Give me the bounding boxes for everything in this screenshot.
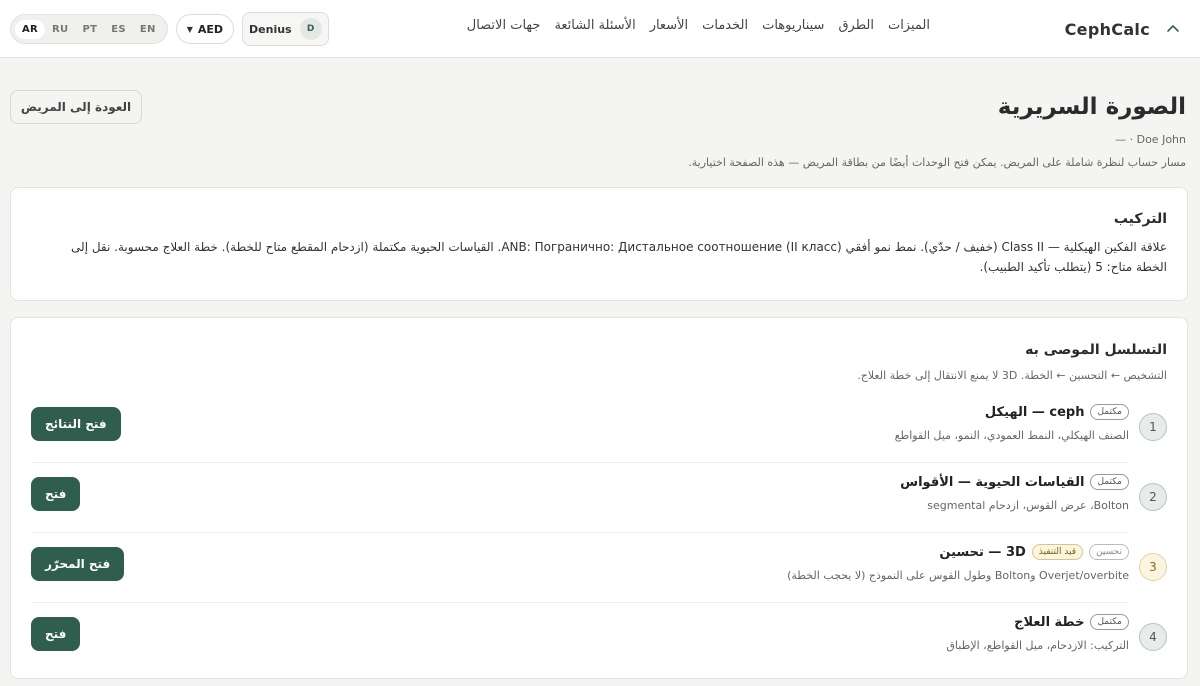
step-name: ceph — الهيكل <box>984 404 1085 420</box>
nav-link-scenarios[interactable]: سيناريوهات <box>762 18 824 33</box>
user-name: Denius <box>249 22 292 36</box>
brand-name: CephCalc <box>1064 19 1150 39</box>
brand[interactable]: CephCalc <box>1065 14 1186 44</box>
status-badge-completed: مكتمل <box>1090 614 1129 630</box>
step-heading: 3D — تحسين قيد التنفيذ تحسين <box>939 544 1129 560</box>
language-option-es[interactable]: ES <box>104 24 133 35</box>
currency-value: AED <box>197 22 224 36</box>
step-name: خطة العلاج <box>1014 614 1085 630</box>
user-menu[interactable]: Denius D <box>242 12 329 46</box>
status-badge-completed: مكتمل <box>1090 474 1129 490</box>
step-name: 3D — تحسين <box>939 544 1026 560</box>
open-button[interactable]: فتح <box>31 617 81 651</box>
step-number: 3 <box>1139 553 1167 581</box>
step-heading: خطة العلاج مكتمل <box>1014 614 1129 630</box>
language-option-pt[interactable]: PT <box>75 24 104 35</box>
open-results-button[interactable]: فتح النتائج <box>31 407 121 441</box>
currency-selector[interactable]: ▼ AED <box>175 14 235 44</box>
recommended-sequence-card: التسلسل الموصى به التشخيص ← التحسين ← ال… <box>10 317 1188 679</box>
summary-card: التركيب علاقة الفكين الهيكلية — Class II… <box>10 187 1188 301</box>
step-description: التركيب: الازدحام، ميل القواطع، الإطباق <box>946 639 1129 652</box>
step-name: القياسات الحيوية — الأقواس <box>900 474 1085 490</box>
step-number: 1 <box>1139 413 1167 441</box>
open-editor-button[interactable]: فتح المحرّر <box>31 547 125 581</box>
status-badge-in-progress: قيد التنفيذ <box>1031 544 1084 560</box>
sequence-step: 4 خطة العلاج مكتمل التركيب: الازدحام، مي… <box>31 603 1167 673</box>
step-number: 4 <box>1139 623 1167 651</box>
sequence-step: 3 3D — تحسين قيد التنفيذ تحسين Overjet/o… <box>31 533 1167 603</box>
back-to-patient-button[interactable]: العودة إلى المريض <box>10 90 142 124</box>
top-navigation-bar: CephCalc الميزات الطرق سيناريوهات الخدما… <box>0 0 1200 58</box>
nav-link-features[interactable]: الميزات <box>888 18 930 33</box>
status-badge-completed: مكتمل <box>1090 404 1129 420</box>
nav-link-faq[interactable]: الأسئلة الشائعة <box>554 18 635 33</box>
step-description: Overjet/overbite وBolton وطول القوس على … <box>787 569 1129 582</box>
patient-name-line: Doe John · — <box>1115 133 1186 146</box>
page-title: الصورة السريرية <box>997 94 1186 120</box>
step-description: الصنف الهيكلي، النمط العمودي، النمو، ميل… <box>894 429 1129 442</box>
step-description: Bolton، عرض القوس، ازدحام segmental <box>927 499 1129 512</box>
sequence-title: التسلسل الموصى به <box>1025 342 1167 358</box>
step-number: 2 <box>1139 483 1167 511</box>
sequence-subtitle: التشخيص ← التحسين ← الخطة. 3D لا يمنع ال… <box>857 369 1167 382</box>
language-option-ru[interactable]: RU <box>45 24 75 35</box>
sequence-step: 2 القياسات الحيوية — الأقواس مكتمل Bolto… <box>31 463 1167 533</box>
summary-text: علاقة الفكين الهيكلية — Class II (خفيف /… <box>71 240 1167 274</box>
language-option-ar[interactable]: AR <box>15 19 46 39</box>
page-description: مسار حساب لنظرة شاملة على المريض. يمكن ف… <box>688 156 1186 169</box>
sequence-step: 1 ceph — الهيكل مكتمل الصنف الهيكلي، الن… <box>31 393 1167 463</box>
header-controls: AR RU PT ES EN ▼ AED Denius D <box>10 12 329 46</box>
language-switcher: AR RU PT ES EN <box>10 14 168 44</box>
avatar: D <box>299 18 322 40</box>
caret-down-icon: ▼ <box>186 24 193 34</box>
nav-link-pricing[interactable]: الأسعار <box>650 18 688 33</box>
language-option-en[interactable]: EN <box>133 24 163 35</box>
chevron-up-icon <box>1160 16 1186 42</box>
summary-title: التركيب <box>1113 211 1167 227</box>
open-button[interactable]: فتح <box>31 477 81 511</box>
step-heading: ceph — الهيكل مكتمل <box>985 404 1129 420</box>
nav-link-contacts[interactable]: جهات الاتصال <box>467 18 541 33</box>
step-heading: القياسات الحيوية — الأقواس مكتمل <box>900 474 1129 490</box>
status-badge-refinement: تحسين <box>1089 544 1129 560</box>
nav-link-methods[interactable]: الطرق <box>838 18 874 33</box>
main-nav: الميزات الطرق سيناريوهات الخدمات الأسعار… <box>467 18 930 33</box>
nav-link-services[interactable]: الخدمات <box>702 18 748 33</box>
